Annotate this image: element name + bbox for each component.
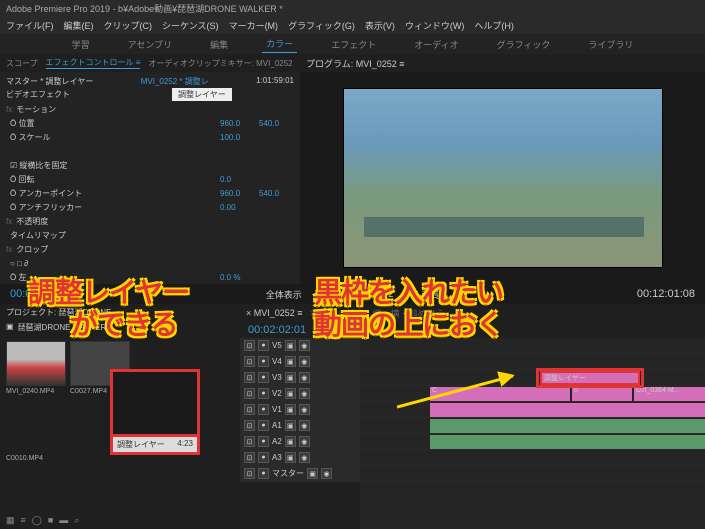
thumb-0240-label: MVI_0240.MP4 xyxy=(6,388,66,395)
fit-dropdown[interactable]: 全体表示 xyxy=(266,288,302,301)
panel-tab[interactable]: スコープ xyxy=(6,58,38,69)
workspace-tab[interactable]: グラフィック xyxy=(493,36,555,53)
adjustment-layer-thumb[interactable] xyxy=(110,369,200,437)
menu-item[interactable]: ウィンドウ(W) xyxy=(405,19,465,33)
workspace-tab[interactable]: ライブラリ xyxy=(584,36,637,53)
track-header[interactable]: ⊡●A3▣◉ xyxy=(240,450,360,466)
effect-prop[interactable]: 不透明度 xyxy=(16,216,216,227)
effect-prop[interactable]: Ö スケール xyxy=(10,132,216,143)
video-effects-label: ビデオエフェクト xyxy=(6,89,294,100)
track-header[interactable]: ⊡●A1▣◉ xyxy=(240,418,360,434)
thumb-c0010-label: C0010.MP4 xyxy=(6,455,234,462)
clip-link[interactable]: MVI_0252 * 調整レ xyxy=(141,76,209,87)
audio-a1[interactable] xyxy=(430,419,705,433)
panel-tab[interactable]: オーディオクリップミキサー: MVI_0252 xyxy=(148,58,292,69)
menu-item[interactable]: 編集(E) xyxy=(64,19,94,33)
master-label: マスター * 調整レイヤー xyxy=(6,76,93,87)
workspace-tab[interactable]: オーディオ xyxy=(410,36,462,53)
effect-prop[interactable]: ☑ 縦横比を固定 xyxy=(10,160,216,171)
video-v1[interactable] xyxy=(430,403,705,417)
workspace-tab[interactable]: エフェクト xyxy=(327,36,380,53)
annotation-left-2: ができる xyxy=(70,310,177,341)
annotation-left-1: 調整レイヤー xyxy=(28,278,189,309)
effect-prop[interactable]: Ö アンチフリッカー xyxy=(10,202,216,213)
workspace-tab[interactable]: カラー xyxy=(262,35,297,53)
effect-prop[interactable]: クロップ xyxy=(16,244,216,255)
effect-prop[interactable]: Ö 回転 xyxy=(10,174,216,185)
menu-item[interactable]: グラフィック(G) xyxy=(288,19,355,33)
adj-name: 調整レイヤー xyxy=(117,439,165,450)
annotation-right-2: 動画の上におく xyxy=(314,310,503,341)
workspace-tab[interactable]: アセンブリ xyxy=(124,36,177,53)
source-panel-tabs: スコープエフェクトコントロール ≡ オーディオクリップミキサー: MVI_0252 xyxy=(0,54,300,72)
effect-val[interactable]: 540.0 xyxy=(259,119,294,128)
highlight-box xyxy=(536,368,644,388)
effect-val[interactable]: 960.0 xyxy=(220,119,255,128)
sequence-tab[interactable]: × MVI_0252 ≡ xyxy=(246,308,303,318)
menu-item[interactable]: クリップ(C) xyxy=(104,19,153,33)
window-title: Adobe Premiere Pro 2019 - b¥Adobe動画¥琵琶湖D… xyxy=(0,0,705,18)
annotation-right-1: 黒枠を入れたい xyxy=(314,278,503,309)
effect-prop[interactable]: モーション xyxy=(16,104,216,115)
workspace-tab[interactable]: 編集 xyxy=(206,36,232,53)
project-footer-icon[interactable]: ◯ xyxy=(32,515,42,526)
track-header[interactable]: ⊡●V3▣◉ xyxy=(240,370,360,386)
menu-item[interactable]: マーカー(M) xyxy=(229,19,279,33)
effect-prop[interactable]: タイムリマップ xyxy=(10,230,216,241)
audio-a2[interactable] xyxy=(430,435,705,449)
menu-bar: ファイル(F) 編集(E) クリップ(C) シーケンス(S) マーカー(M) グラフィック… xyxy=(0,18,705,34)
effect-controls-panel: マスター * 調整レイヤー MVI_0252 * 調整レ 1:01:59:01 … xyxy=(0,72,300,284)
effect-prop[interactable]: Ö 位置 xyxy=(10,118,216,129)
menu-item[interactable]: ヘルプ(H) xyxy=(474,19,514,33)
effect-prop[interactable]: ○ □ ∂ xyxy=(10,259,216,268)
bin-icon[interactable]: ▣ xyxy=(6,322,14,333)
adj-duration: 4:23 xyxy=(177,439,193,450)
thumb-0240[interactable] xyxy=(6,341,66,386)
workspace-tab[interactable]: 学習 xyxy=(68,36,94,53)
menu-item[interactable]: シーケンス(S) xyxy=(162,19,219,33)
video-clip-2[interactable]: 0 xyxy=(572,387,632,401)
effect-timecode: 1:01:59:01 xyxy=(256,76,294,87)
effect-val[interactable]: 0.0 xyxy=(220,175,255,184)
menu-item[interactable]: 表示(V) xyxy=(365,19,395,33)
program-label: プログラム: MVI_0252 ≡ xyxy=(306,57,405,70)
effect-val[interactable]: 0.00 xyxy=(220,203,255,212)
project-footer-icon[interactable]: ⌕ xyxy=(74,515,79,526)
layer-tag: 調整レイヤー xyxy=(172,88,232,101)
program-tc-out: 00:12:01:08 xyxy=(637,288,695,300)
menu-item[interactable]: ファイル(F) xyxy=(6,19,54,33)
effect-val[interactable]: 960.0 xyxy=(220,189,255,198)
effect-val[interactable]: 100.0 xyxy=(220,133,255,142)
panel-tab[interactable]: エフェクトコントロール ≡ xyxy=(46,57,141,69)
project-footer-icon[interactable]: ≡ xyxy=(21,515,26,525)
project-footer-icon[interactable]: ▦ xyxy=(6,515,15,526)
video-clip-3[interactable]: DJI_0364 M... xyxy=(634,387,705,401)
program-monitor[interactable] xyxy=(300,72,705,284)
effect-val[interactable]: 540.0 xyxy=(259,189,294,198)
workspace-tabs: 学習 アセンブリ 編集 カラー エフェクト オーディオ グラフィック ライブラリ xyxy=(0,34,705,54)
project-footer-icon[interactable]: ▬ xyxy=(59,515,68,525)
effect-val[interactable]: 0.0 % xyxy=(220,273,255,282)
track-header[interactable]: ⊡●V2▣◉ xyxy=(240,386,360,402)
track-header[interactable]: ⊡●マスター▣◉ xyxy=(240,466,360,482)
timeline-tc: 00:02:02:01 xyxy=(248,324,306,336)
track-header[interactable]: ⊡●V1▣◉ xyxy=(240,402,360,418)
effect-prop[interactable]: Ö アンカーポイント xyxy=(10,188,216,199)
project-footer-icon[interactable]: ■ xyxy=(48,515,53,525)
video-frame xyxy=(343,88,663,268)
track-header[interactable]: ⊡●V4▣◉ xyxy=(240,354,360,370)
track-header[interactable]: ⊡●A2▣◉ xyxy=(240,434,360,450)
